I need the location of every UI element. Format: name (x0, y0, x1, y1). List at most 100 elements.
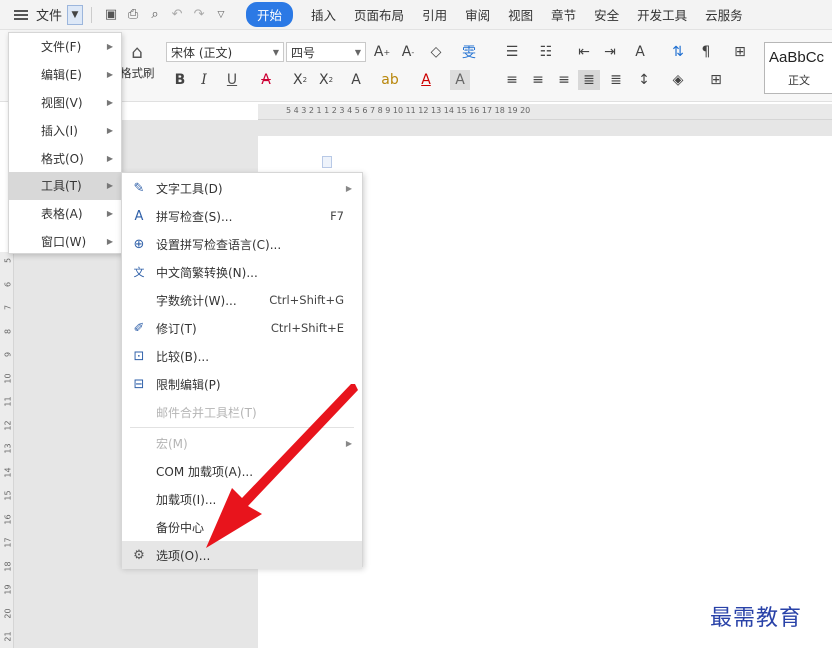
align-left-icon[interactable]: ≡ (502, 70, 522, 90)
chevron-right-icon: ▶ (106, 97, 113, 107)
justify-icon[interactable]: ≣ (578, 70, 600, 90)
numbered-list-icon[interactable]: ☷ (536, 42, 556, 62)
menu-item-com-addins[interactable]: COM 加载项(A)... (122, 457, 362, 485)
line-spacing-icon[interactable]: ↕ (632, 70, 656, 90)
grow-font-icon[interactable]: A + (372, 42, 392, 62)
highlight-icon[interactable]: ab (376, 70, 404, 90)
globe-icon: ⊕ (133, 236, 145, 252)
print-preview-icon[interactable]: ⌕ (144, 4, 166, 26)
file-dropdown-button[interactable]: ▼ (67, 4, 84, 25)
bullet-list-icon[interactable]: ☰ (502, 42, 522, 62)
menu-item-text-tools[interactable]: ✎ 文字工具(D) ▶ (122, 174, 362, 202)
redo-icon[interactable]: ↷ (188, 4, 210, 26)
file-menu-label[interactable]: 文件 (36, 5, 62, 24)
menu-item-compare[interactable]: ⊡ 比较(B)... (122, 342, 362, 370)
ribbon-toolbar: ⌂ 格式刷 宋体 (正文) ▼ 四号 ▼ A + A- ◇ 雯 B I U A X2 … (0, 30, 832, 102)
strikethrough-icon[interactable]: A (254, 70, 278, 90)
menu-item-label: 限制编辑(P) (156, 377, 221, 392)
font-name-value: 宋体 (正文) (171, 45, 233, 60)
decrease-indent-icon[interactable]: ⇤ (574, 42, 594, 62)
menu-item-view[interactable]: 视图(V) ▶ (9, 89, 121, 117)
menu-icon[interactable] (14, 9, 30, 21)
font-size-select[interactable]: 四号 ▼ (286, 42, 366, 62)
superscript-icon[interactable]: X2 (290, 70, 310, 90)
borders-icon[interactable]: ⊞ (704, 70, 728, 90)
chinese-convert-icon: 文 (133, 266, 145, 279)
shading-icon[interactable]: ◈ (666, 70, 690, 90)
tab-view[interactable]: 视图 (508, 5, 533, 24)
chevron-right-icon: ▶ (106, 153, 113, 163)
char-shading-icon[interactable]: A (450, 70, 470, 90)
distribute-icon[interactable]: ≣ (606, 70, 626, 90)
menu-item-options[interactable]: ⚙ 选项(O)... (122, 541, 362, 569)
align-center-icon[interactable]: ≡ (528, 70, 548, 90)
menu-item-label: 选项(O)... (156, 548, 211, 563)
chinese-layout-icon[interactable]: A (630, 42, 650, 62)
menu-item-addins[interactable]: 加载项(I)... (122, 485, 362, 513)
underline-icon[interactable]: U (220, 70, 244, 90)
chevron-right-icon: ▶ (106, 181, 113, 191)
shrink-font-icon[interactable]: A- (398, 42, 418, 62)
ruler-number: 6 (3, 281, 13, 287)
customize-toolbar-icon[interactable]: ▽ (210, 4, 232, 26)
tab-cloud[interactable]: 云服务 (705, 5, 743, 24)
menu-item-chinese-convert[interactable]: 文 中文简繁转换(N)... (122, 258, 362, 286)
menu-item-insert[interactable]: 插入(I) ▶ (9, 116, 121, 144)
menu-item-label: 邮件合并工具栏(T) (156, 405, 257, 420)
tab-page-layout[interactable]: 页面布局 (354, 5, 404, 24)
vertical-ruler[interactable]: 5 6 7 8 9 10 11 12 13 14 15 16 17 18 19 20 21 (0, 252, 14, 648)
menu-item-word-count[interactable]: 字数统计(W)... Ctrl+Shift+G (122, 286, 362, 314)
show-marks-icon[interactable]: ¶ (696, 42, 716, 62)
text-effect-icon[interactable]: A (344, 70, 368, 90)
tab-review[interactable]: 审阅 (465, 5, 490, 24)
menu-item-file[interactable]: 文件(F) ▶ (9, 33, 121, 61)
menu-item-spell-check[interactable]: A 拼写检查(S)... F7 (122, 202, 362, 230)
save-icon[interactable]: ▣ (100, 4, 122, 26)
font-name-select[interactable]: 宋体 (正文) ▼ (166, 42, 284, 62)
table-border-icon[interactable]: ⊞ (730, 42, 750, 62)
menu-item-label: 文件(F) (41, 40, 82, 55)
subscript-icon[interactable]: X2 (316, 70, 336, 90)
ruler-number: 7 (3, 304, 13, 311)
horizontal-ruler[interactable]: 5 4 3 2 1 1 2 3 4 5 6 7 8 9 10 11 12 13 … (258, 104, 832, 120)
menu-item-table[interactable]: 表格(A) ▶ (9, 200, 121, 228)
tab-security[interactable]: 安全 (594, 5, 619, 24)
format-painter-icon: ⌂ (131, 42, 143, 63)
tab-section[interactable]: 章节 (551, 5, 576, 24)
ruler-number: 11 (3, 396, 13, 407)
increase-indent-icon[interactable]: ⇥ (600, 42, 620, 62)
file-menu: 文件(F) ▶ 编辑(E) ▶ 视图(V) ▶ 插入(I) ▶ 格式(O) ▶ 工具(T)… (8, 32, 122, 254)
tab-references[interactable]: 引用 (422, 5, 447, 24)
italic-icon[interactable]: I (196, 70, 212, 90)
phonetic-guide-icon[interactable]: 雯 (454, 42, 484, 62)
menu-item-restrict-edit[interactable]: ⊟ 限制编辑(P) (122, 370, 362, 398)
tab-developer[interactable]: 开发工具 (637, 5, 687, 24)
menu-item-edit[interactable]: 编辑(E) ▶ (9, 61, 121, 89)
font-color-icon[interactable]: A (414, 70, 438, 90)
separator (91, 6, 93, 23)
menu-item-format[interactable]: 格式(O) ▶ (9, 144, 121, 172)
align-right-icon[interactable]: ≡ (554, 70, 574, 90)
menu-item-window[interactable]: 窗口(W) ▶ (9, 228, 121, 256)
format-painter-button[interactable]: ⌂ 格式刷 (120, 42, 155, 92)
font-size-value: 四号 (291, 45, 316, 60)
menu-item-tools[interactable]: 工具(T) ▶ (9, 171, 121, 200)
menu-item-label: 编辑(E) (41, 68, 82, 83)
menu-item-mail-merge: 邮件合并工具栏(T) (122, 398, 362, 426)
menu-item-track-changes[interactable]: ✐ 修订(T) Ctrl+Shift+E (122, 314, 362, 342)
menu-item-backup-center[interactable]: 备份中心 (122, 513, 362, 541)
ruler-number: 19 (3, 584, 13, 595)
clear-format-icon[interactable]: ◇ (426, 42, 446, 62)
tab-home[interactable]: 开始 (246, 2, 294, 27)
tab-insert[interactable]: 插入 (311, 5, 336, 24)
chevron-down-icon: ▼ (272, 47, 279, 57)
style-normal[interactable]: AaBbCc 正文 (764, 42, 832, 94)
undo-icon[interactable]: ↶ (166, 4, 188, 26)
sort-icon[interactable]: ⇅ (668, 42, 688, 62)
menu-item-label: 字数统计(W)... (156, 293, 237, 308)
track-changes-icon: ✐ (133, 320, 145, 336)
menu-item-label: 修订(T) (156, 321, 197, 336)
bold-icon[interactable]: B (172, 70, 188, 90)
print-icon[interactable]: ⎙ (122, 4, 144, 26)
menu-item-spell-language[interactable]: ⊕ 设置拼写检查语言(C)... (122, 230, 362, 258)
